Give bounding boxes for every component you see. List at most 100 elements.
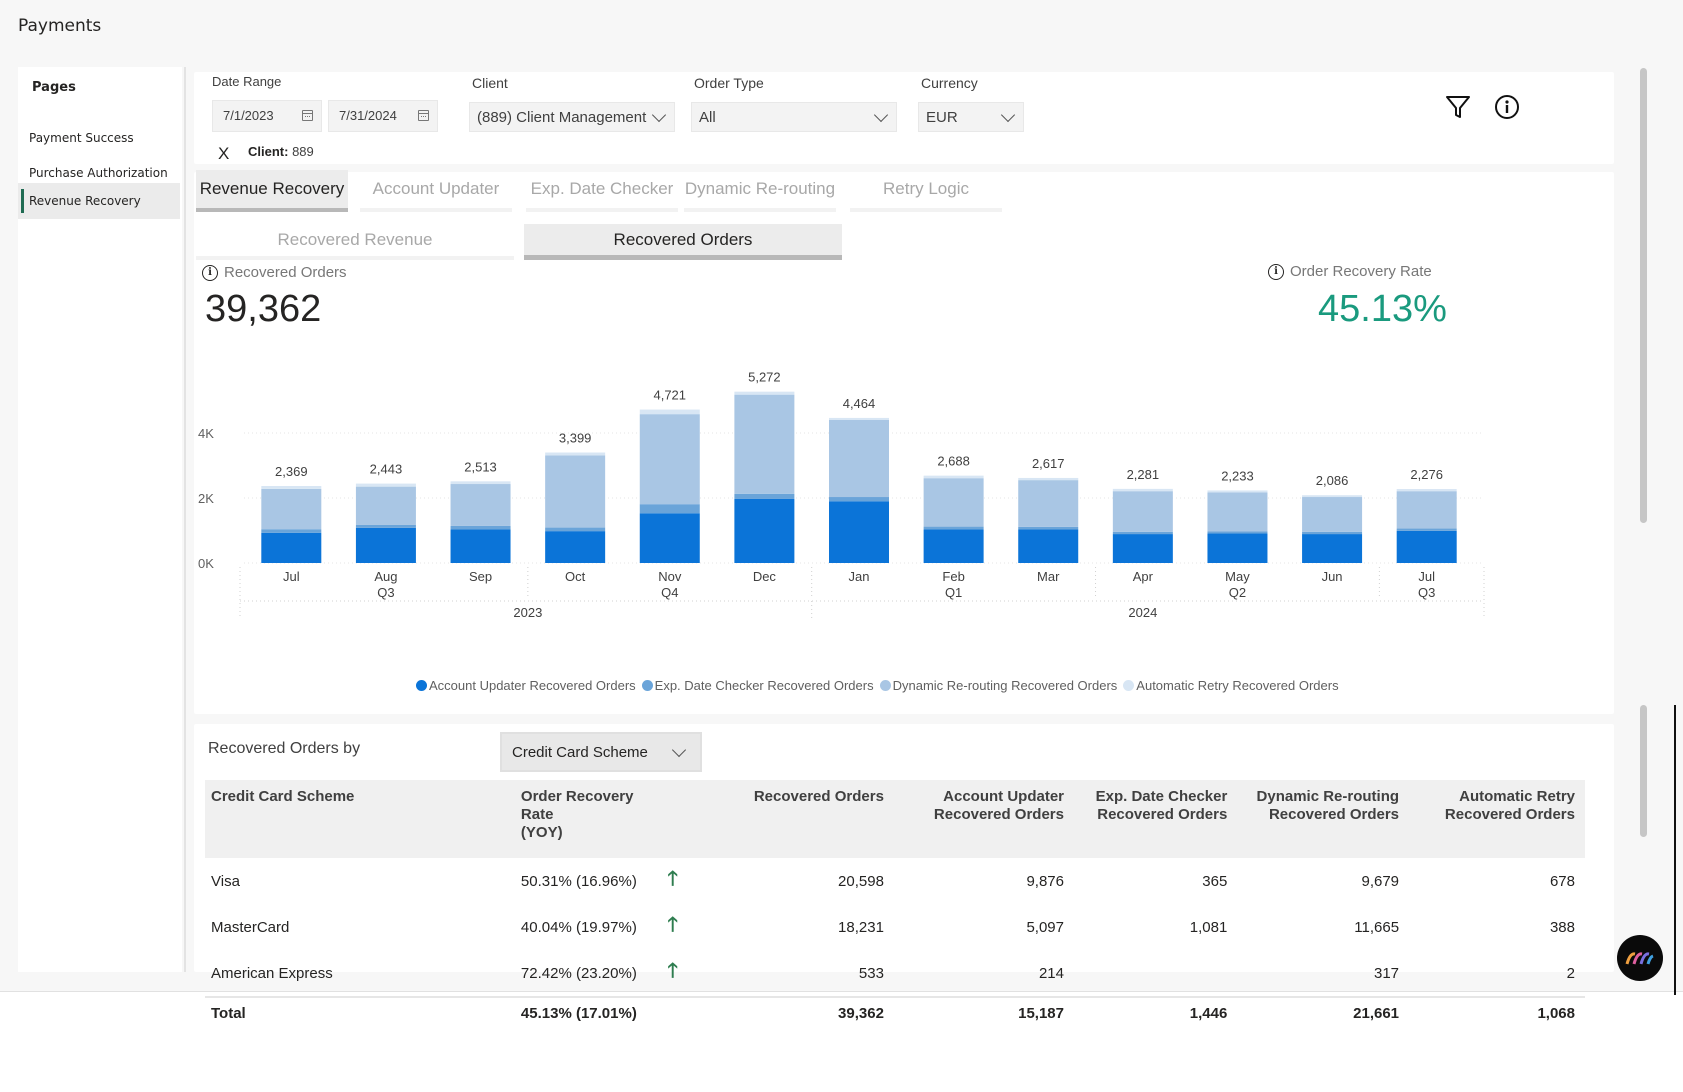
date-end-input[interactable]: 7/31/2024 — [328, 100, 438, 132]
bar-segment[interactable] — [639, 409, 700, 415]
bar-segment[interactable] — [1018, 526, 1079, 530]
bar-segment[interactable] — [450, 481, 511, 485]
column-header-order-recovery-rate[interactable]: Order Recovery Rate (YOY) — [514, 780, 662, 858]
bar-segment[interactable] — [545, 452, 606, 456]
table-row[interactable]: MasterCard 40.04% (19.97%) 🡑 18,231 5,09… — [205, 904, 1585, 950]
bar-segment[interactable] — [639, 414, 700, 505]
bar-segment[interactable] — [734, 391, 795, 395]
assistant-avatar[interactable] — [1617, 935, 1663, 981]
column-header-credit-card-scheme[interactable]: Credit Card Scheme — [205, 780, 515, 858]
bar-segment[interactable] — [734, 493, 795, 499]
date-start-input[interactable]: 7/1/2023 — [212, 100, 322, 132]
bar-segment[interactable] — [355, 483, 416, 487]
bar-segment[interactable] — [355, 524, 416, 528]
legend-item[interactable]: Automatic Retry Recovered Orders — [1123, 678, 1339, 693]
bar-segment[interactable] — [1207, 533, 1268, 563]
bar-segment[interactable] — [1302, 497, 1363, 532]
bar-segment[interactable] — [923, 526, 984, 530]
bar-segment[interactable] — [1112, 488, 1173, 492]
sidebar-item-payment-success[interactable]: Payment Success — [18, 120, 180, 156]
column-header-recovered-orders[interactable]: Recovered Orders — [713, 780, 894, 858]
bar-segment[interactable] — [1112, 531, 1173, 535]
bar-segment[interactable] — [261, 486, 322, 489]
bar-total-label: 2,513 — [464, 459, 497, 474]
calendar-icon[interactable] — [302, 110, 313, 121]
subtab-recovered-revenue[interactable]: Recovered Revenue — [196, 224, 514, 260]
column-header-dynamic-rerouting[interactable]: Dynamic Re-routing Recovered Orders — [1237, 780, 1410, 858]
table-row[interactable]: American Express 72.42% (23.20%) 🡑 533 2… — [205, 950, 1585, 997]
column-header-exp-date-checker[interactable]: Exp. Date Checker Recovered Orders — [1074, 780, 1238, 858]
bar-segment[interactable] — [1302, 495, 1363, 498]
info-icon[interactable]: i — [1268, 263, 1284, 280]
bar-segment[interactable] — [1112, 491, 1173, 532]
bar-segment[interactable] — [450, 529, 511, 563]
bar-segment[interactable] — [1396, 489, 1457, 492]
legend-item[interactable]: Account Updater Recovered Orders — [416, 678, 636, 693]
bar-segment[interactable] — [639, 513, 700, 563]
client-select[interactable]: (889) Client Management — [469, 102, 675, 132]
bar-segment[interactable] — [923, 478, 984, 527]
calendar-icon[interactable] — [418, 110, 429, 121]
tab-retry-logic[interactable]: Retry Logic — [850, 170, 1002, 212]
group-by-select[interactable]: Credit Card Scheme — [500, 732, 702, 772]
tab-dynamic-rerouting[interactable]: Dynamic Re-routing — [684, 170, 836, 212]
tab-exp-date-checker[interactable]: Exp. Date Checker — [526, 170, 678, 212]
bar-segment[interactable] — [639, 504, 700, 514]
bar-segment[interactable] — [261, 532, 322, 563]
clear-filter-button[interactable]: X — [218, 144, 229, 164]
legend-item[interactable]: Dynamic Re-routing Recovered Orders — [879, 678, 1117, 693]
bar-segment[interactable] — [1302, 534, 1363, 563]
bar-segment[interactable] — [734, 498, 795, 563]
bar-segment[interactable] — [829, 497, 889, 502]
bar-segment[interactable] — [1018, 480, 1079, 527]
bar-segment[interactable] — [355, 486, 416, 525]
table-row[interactable]: Visa 50.31% (16.96%) 🡑 20,598 9,876 365 … — [205, 858, 1585, 904]
bar-segment[interactable] — [1207, 490, 1268, 493]
currency-select[interactable]: EUR — [918, 102, 1024, 132]
bar-segment[interactable] — [1207, 531, 1268, 534]
x-tick-label: Nov — [658, 569, 682, 584]
bar-segment[interactable] — [545, 527, 606, 532]
tab-account-updater[interactable]: Account Updater — [360, 170, 512, 212]
bar-segment[interactable] — [829, 417, 889, 420]
bar-segment[interactable] — [1302, 531, 1363, 535]
legend-swatch — [1123, 680, 1135, 691]
bar-segment[interactable] — [923, 475, 984, 479]
column-header-trend — [661, 780, 714, 858]
bar-segment[interactable] — [923, 529, 984, 563]
bar-segment[interactable] — [829, 420, 889, 498]
bar-segment[interactable] — [1396, 528, 1457, 531]
info-icon[interactable] — [1494, 94, 1520, 125]
bar-segment[interactable] — [1018, 529, 1079, 563]
bar-segment[interactable] — [1112, 534, 1173, 563]
page-scrollbar-thumb[interactable] — [1640, 68, 1647, 523]
bar-segment[interactable] — [734, 394, 795, 494]
info-icon[interactable]: i — [202, 264, 218, 281]
bar-segment[interactable] — [261, 529, 322, 533]
bar-segment[interactable] — [261, 488, 322, 530]
bar-segment[interactable] — [450, 525, 511, 530]
legend-item[interactable]: Exp. Date Checker Recovered Orders — [641, 678, 874, 693]
sidebar-item-revenue-recovery[interactable]: Revenue Recovery — [18, 183, 180, 219]
column-header-account-updater[interactable]: Account Updater Recovered Orders — [893, 780, 1074, 858]
tab-revenue-recovery[interactable]: Revenue Recovery — [196, 170, 348, 212]
bar-segment[interactable] — [1396, 530, 1457, 563]
bar-segment[interactable] — [829, 501, 889, 563]
filter-icon[interactable] — [1445, 94, 1471, 125]
order-type-select[interactable]: All — [691, 102, 897, 132]
bar-segment[interactable] — [355, 527, 416, 563]
bar-segment[interactable] — [545, 455, 606, 528]
year-label: 2023 — [513, 605, 542, 620]
bar-segment[interactable] — [1207, 492, 1268, 532]
bar-segment[interactable] — [1396, 491, 1457, 529]
subtab-recovered-orders[interactable]: Recovered Orders — [524, 224, 842, 260]
bar-segment[interactable] — [1018, 477, 1079, 481]
tab-label: Account Updater — [372, 179, 500, 198]
table-scrollbar-thumb[interactable] — [1640, 705, 1647, 837]
subtab-label: Recovered Orders — [613, 229, 753, 249]
column-header-automatic-retry[interactable]: Automatic Retry Recovered Orders — [1409, 780, 1585, 858]
chip-key: Client: — [248, 144, 289, 159]
bar-segment[interactable] — [545, 531, 606, 563]
sidebar-divider — [184, 67, 186, 972]
bar-segment[interactable] — [450, 484, 511, 526]
